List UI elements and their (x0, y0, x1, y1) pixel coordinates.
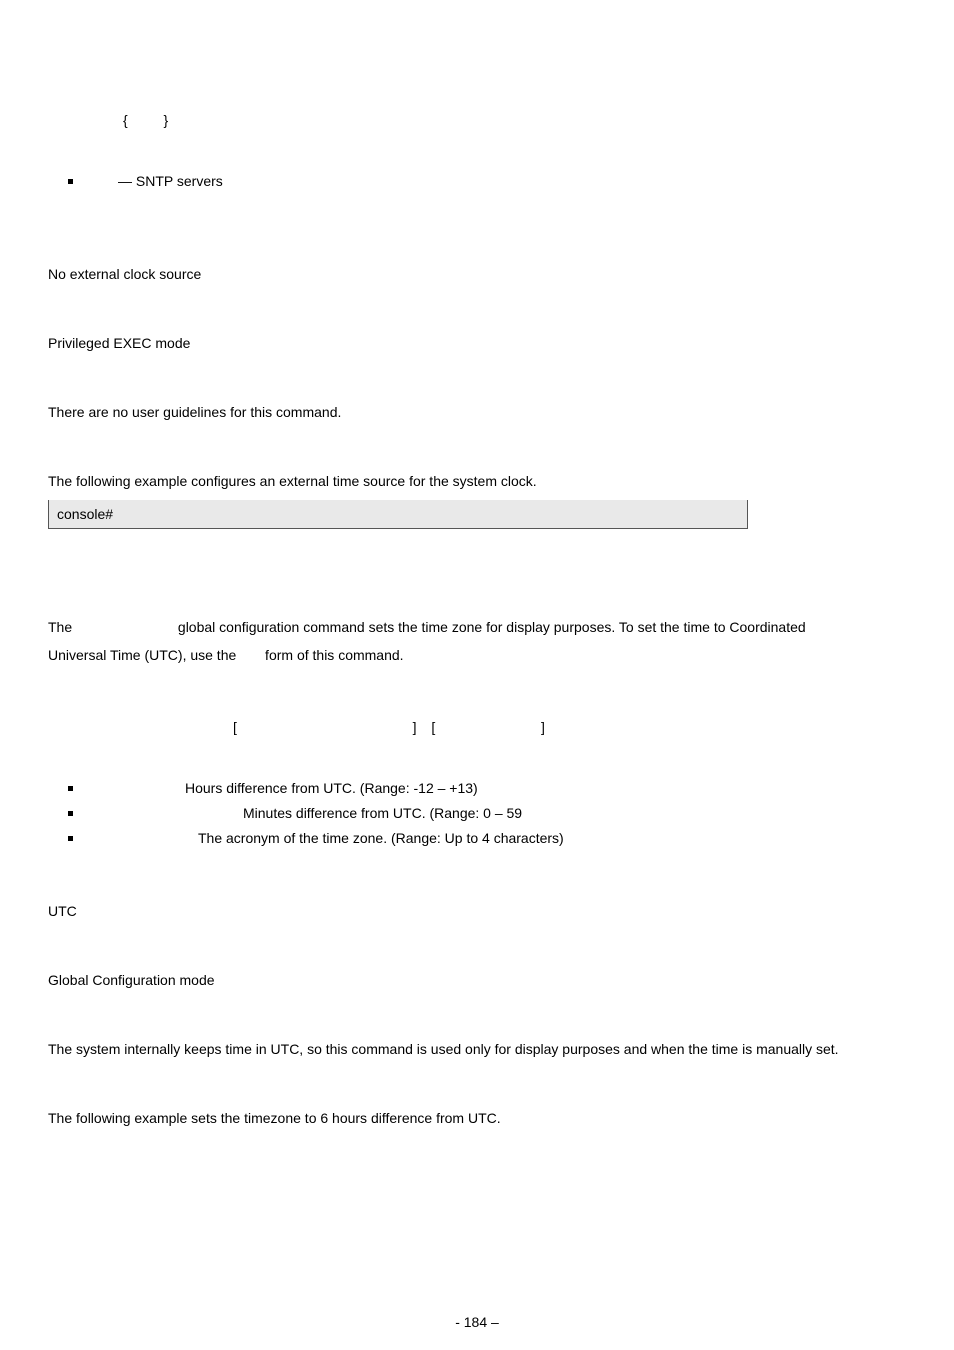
brace-open: { (123, 112, 128, 128)
command-mode: Privileged EXEC mode (48, 333, 906, 354)
default-config: No external clock source (48, 264, 906, 285)
command-mode-2: Global Configuration mode (48, 970, 906, 991)
user-guidelines-2: The system internally keeps time in UTC,… (48, 1039, 906, 1060)
page-footer: - 184 – (0, 1314, 954, 1330)
bullet-item: Hours difference from UTC. (Range: -12 –… (48, 778, 906, 799)
bullet-item: Minutes difference from UTC. (Range: 0 –… (48, 803, 906, 824)
bullet-icon (68, 179, 73, 184)
syntax-line-1: { xxxx } (48, 110, 906, 131)
code-box: console# (48, 500, 748, 529)
page-number: - 184 – (455, 1314, 499, 1330)
example-intro-1: The following example configures an exte… (48, 471, 906, 492)
bracket-open-1: [ (233, 719, 237, 735)
bullet-text: Hours difference from UTC. (Range: -12 –… (185, 780, 478, 796)
example-intro-2: The following example sets the timezone … (48, 1108, 906, 1129)
bullet-text: — SNTP servers (118, 173, 223, 189)
default-config-2: UTC (48, 901, 906, 922)
bracket-close-1: ] (413, 719, 417, 735)
bullet-item: The acronym of the time zone. (Range: Up… (48, 828, 906, 849)
bullet-item: — SNTP servers (48, 171, 906, 192)
bullet-icon (68, 786, 73, 791)
bullet-icon (68, 836, 73, 841)
page: { xxxx } — SNTP servers No external cloc… (0, 0, 954, 1350)
user-guidelines: There are no user guidelines for this co… (48, 402, 906, 423)
desc-paragraph: The xxxxxxxxxxxxxx global configuration … (48, 613, 906, 669)
syntax-line-2: [ xxxxxxxxxxxxxxxxxxxxxxxx ] x [ xxxxxxx… (48, 717, 906, 738)
desc-p1a: The (48, 619, 76, 635)
desc-p2a: Universal Time (UTC), use the (48, 647, 240, 663)
bullet-text: The acronym of the time zone. (Range: Up… (198, 830, 564, 846)
bracket-open-2: [ (431, 719, 435, 735)
desc-p2b: form of this command. (261, 647, 403, 663)
bullet-icon (68, 811, 73, 816)
desc-p1b: global configuration command sets the ti… (174, 619, 806, 635)
bullet-text: Minutes difference from UTC. (Range: 0 –… (243, 805, 522, 821)
code-text: console# (57, 506, 113, 522)
brace-close: } (163, 112, 168, 128)
bracket-close-2: ] (541, 719, 545, 735)
